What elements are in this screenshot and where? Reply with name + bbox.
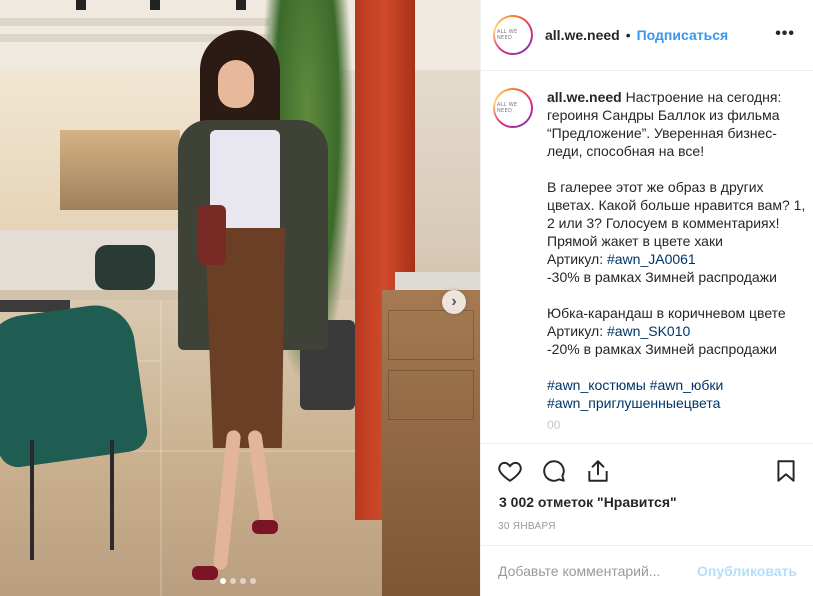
model-leg	[212, 429, 242, 571]
caption-article-label: Артикул:	[547, 251, 607, 267]
model-face	[218, 60, 254, 108]
photo-chair-leg	[30, 440, 34, 560]
caption-p3: Прямой жакет в цвете хаки	[547, 233, 723, 249]
caption-more-faded: 00	[547, 418, 561, 432]
photo-model	[170, 30, 340, 590]
caption-text: all.we.need Настроение на сегодня: герои…	[547, 88, 809, 434]
carousel-dot	[240, 578, 246, 584]
cabinet-drawer	[388, 370, 474, 420]
comments-area[interactable]: ALL WE NEED all.we.need Настроение на се…	[481, 72, 813, 442]
model-bag	[198, 205, 226, 265]
avatar[interactable]: ALL WE NEED	[493, 15, 533, 55]
photo-pipe	[0, 18, 270, 26]
post-panel: ALL WE NEED all.we.need • Подписаться ••…	[480, 0, 813, 596]
caption-p5: Юбка-карандаш в коричневом цвете	[547, 305, 786, 321]
photo-chair-leg	[110, 440, 114, 550]
hashtag-link[interactable]: #awn_приглушенныецвета	[547, 395, 720, 411]
follow-button[interactable]: Подписаться	[637, 27, 729, 43]
comment-input[interactable]	[498, 563, 688, 579]
action-bar	[481, 443, 813, 493]
hashtag-link[interactable]: #awn_костюмы	[547, 377, 646, 393]
photo-lamp	[236, 0, 246, 10]
hashtag-link[interactable]: #awn_JA0061	[607, 251, 696, 267]
caption-article-label: Артикул:	[547, 323, 607, 339]
header-username[interactable]: all.we.need	[545, 27, 620, 43]
more-options-icon[interactable]: •••	[775, 25, 795, 43]
photo-shelf	[60, 130, 180, 210]
avatar-text: ALL WE NEED	[495, 17, 531, 53]
carousel-dots	[220, 578, 256, 584]
carousel-dot	[250, 578, 256, 584]
post-photo[interactable]: ›	[0, 0, 480, 596]
add-comment-bar: Опубликовать	[481, 545, 813, 596]
caption-username[interactable]: all.we.need	[547, 89, 622, 105]
photo-green-chair	[0, 300, 150, 470]
caption-p4: -30% в рамках Зимней распродажи	[547, 269, 777, 285]
like-heart-icon[interactable]	[497, 458, 523, 484]
caption-row: ALL WE NEED all.we.need Настроение на се…	[493, 88, 813, 434]
header-separator: •	[625, 27, 631, 43]
post-header: ALL WE NEED all.we.need • Подписаться ••…	[481, 0, 813, 71]
photo-books	[395, 272, 480, 292]
photo-lamp	[150, 0, 160, 10]
model-shoe	[192, 566, 218, 580]
hashtag-link[interactable]: #awn_юбки	[650, 377, 724, 393]
share-icon[interactable]	[585, 458, 611, 484]
model-shoe	[252, 520, 278, 534]
floor-tile-line	[160, 300, 162, 596]
photo-lamp	[76, 0, 86, 10]
hashtag-link[interactable]: #awn_SK010	[607, 323, 690, 339]
comment-bubble-icon[interactable]	[541, 458, 567, 484]
post-date[interactable]: 30 января	[498, 521, 556, 532]
photo-cabinet	[382, 290, 480, 596]
carousel-dot	[220, 578, 226, 584]
publish-button[interactable]: Опубликовать	[697, 563, 797, 579]
photo-chair-back	[95, 245, 155, 290]
likes-count[interactable]: 3 002 отметок "Нравится"	[499, 494, 677, 510]
caption-p6: -20% в рамках Зимней распродажи	[547, 341, 777, 357]
bookmark-icon[interactable]	[773, 458, 799, 484]
cabinet-drawer	[388, 310, 474, 360]
caption-avatar-text: ALL WE NEED	[495, 90, 531, 126]
next-slide-button[interactable]: ›	[442, 290, 466, 314]
carousel-dot	[230, 578, 236, 584]
caption-p2: В галерее этот же образ в других цветах.…	[547, 179, 810, 231]
caption-avatar[interactable]: ALL WE NEED	[493, 88, 533, 128]
